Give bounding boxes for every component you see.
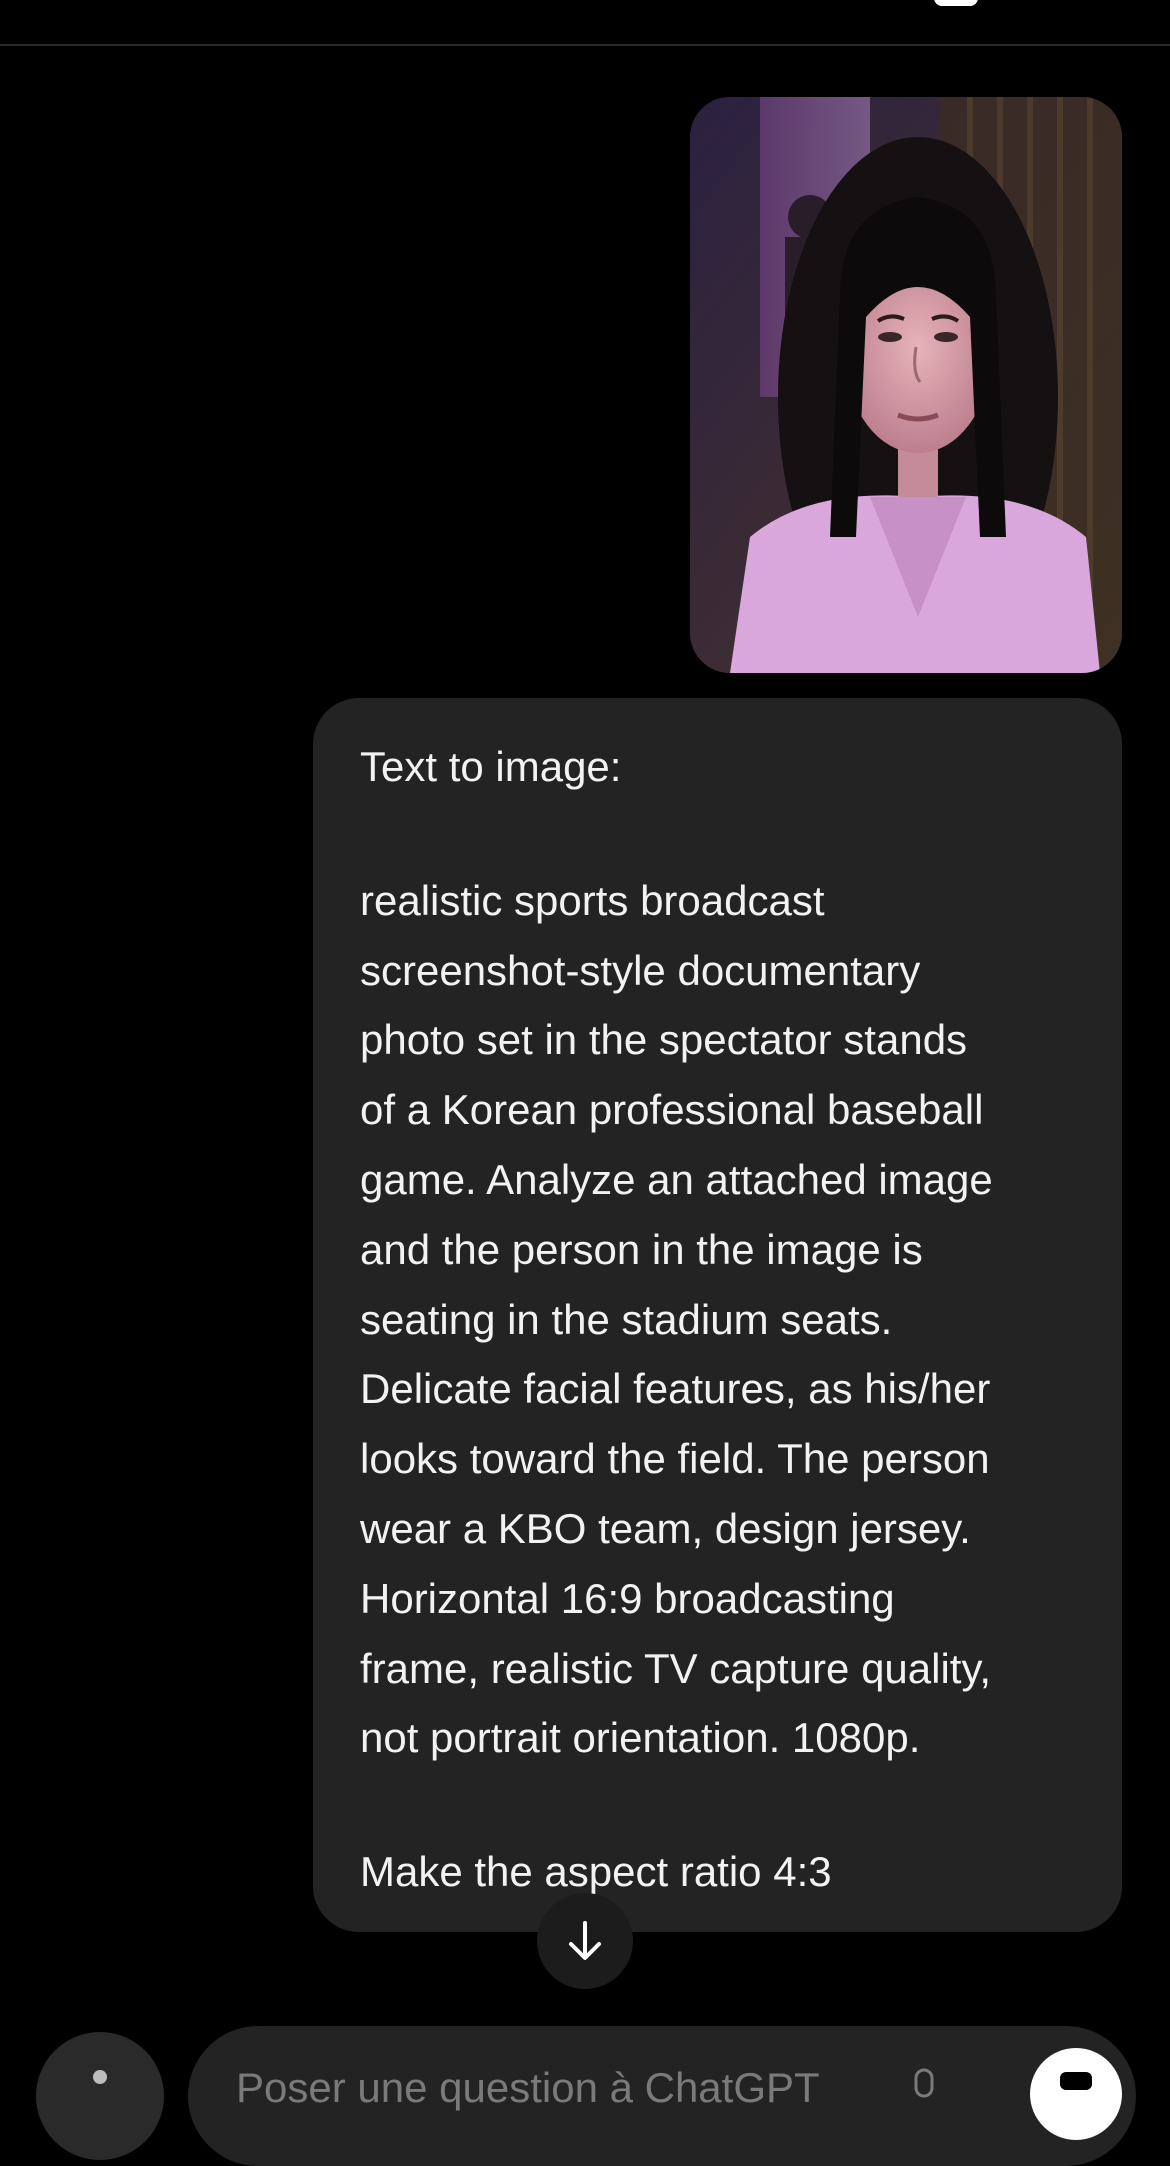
scroll-to-bottom-button[interactable] bbox=[537, 1893, 633, 1989]
prompt-line: screenshot-style documentary bbox=[360, 946, 921, 994]
square-icon[interactable] bbox=[934, 0, 978, 6]
attach-button[interactable] bbox=[36, 2032, 164, 2160]
message-prompt: realistic sports broadcast screenshot-st… bbox=[360, 866, 1082, 1773]
prompt-line: frame, realistic TV capture quality, bbox=[360, 1644, 992, 1692]
message-intro: Text to image: bbox=[360, 743, 622, 790]
prompt-line: realistic sports broadcast bbox=[360, 876, 825, 924]
prompt-line: of a Korean professional baseball bbox=[360, 1086, 984, 1134]
arrow-down-icon bbox=[569, 1921, 601, 1960]
prompt-line: wear a KBO team, design jersey. bbox=[360, 1504, 971, 1552]
photo-illustration bbox=[690, 97, 1122, 673]
user-message-bubble: Text to image: realistic sports broadcas… bbox=[313, 698, 1122, 1932]
voice-mode-icon bbox=[1060, 2072, 1092, 2090]
plus-icon bbox=[93, 2070, 107, 2084]
prompt-line: photo set in the spectator stands bbox=[360, 1016, 968, 1064]
prompt-line: Delicate facial features, as his/her bbox=[360, 1365, 991, 1413]
microphone-icon[interactable] bbox=[910, 2068, 938, 2108]
top-bar bbox=[0, 0, 1170, 46]
attached-photo[interactable] bbox=[690, 97, 1122, 673]
composer-placeholder: Poser une question à ChatGPT bbox=[236, 2064, 820, 2111]
prompt-line: seating in the stadium seats. bbox=[360, 1295, 893, 1343]
message-composer[interactable]: Poser une question à ChatGPT bbox=[188, 2026, 1136, 2166]
prompt-line: Horizontal 16:9 broadcasting bbox=[360, 1574, 895, 1622]
prompt-line: and the person in the image is bbox=[360, 1225, 923, 1273]
voice-mode-button[interactable] bbox=[1030, 2048, 1122, 2140]
message-final-line: Make the aspect ratio 4:3 bbox=[360, 1848, 832, 1896]
prompt-line: not portrait orientation. 1080p. bbox=[360, 1714, 921, 1762]
prompt-line: looks toward the field. The person bbox=[360, 1435, 990, 1483]
prompt-line: game. Analyze an attached image bbox=[360, 1155, 993, 1203]
